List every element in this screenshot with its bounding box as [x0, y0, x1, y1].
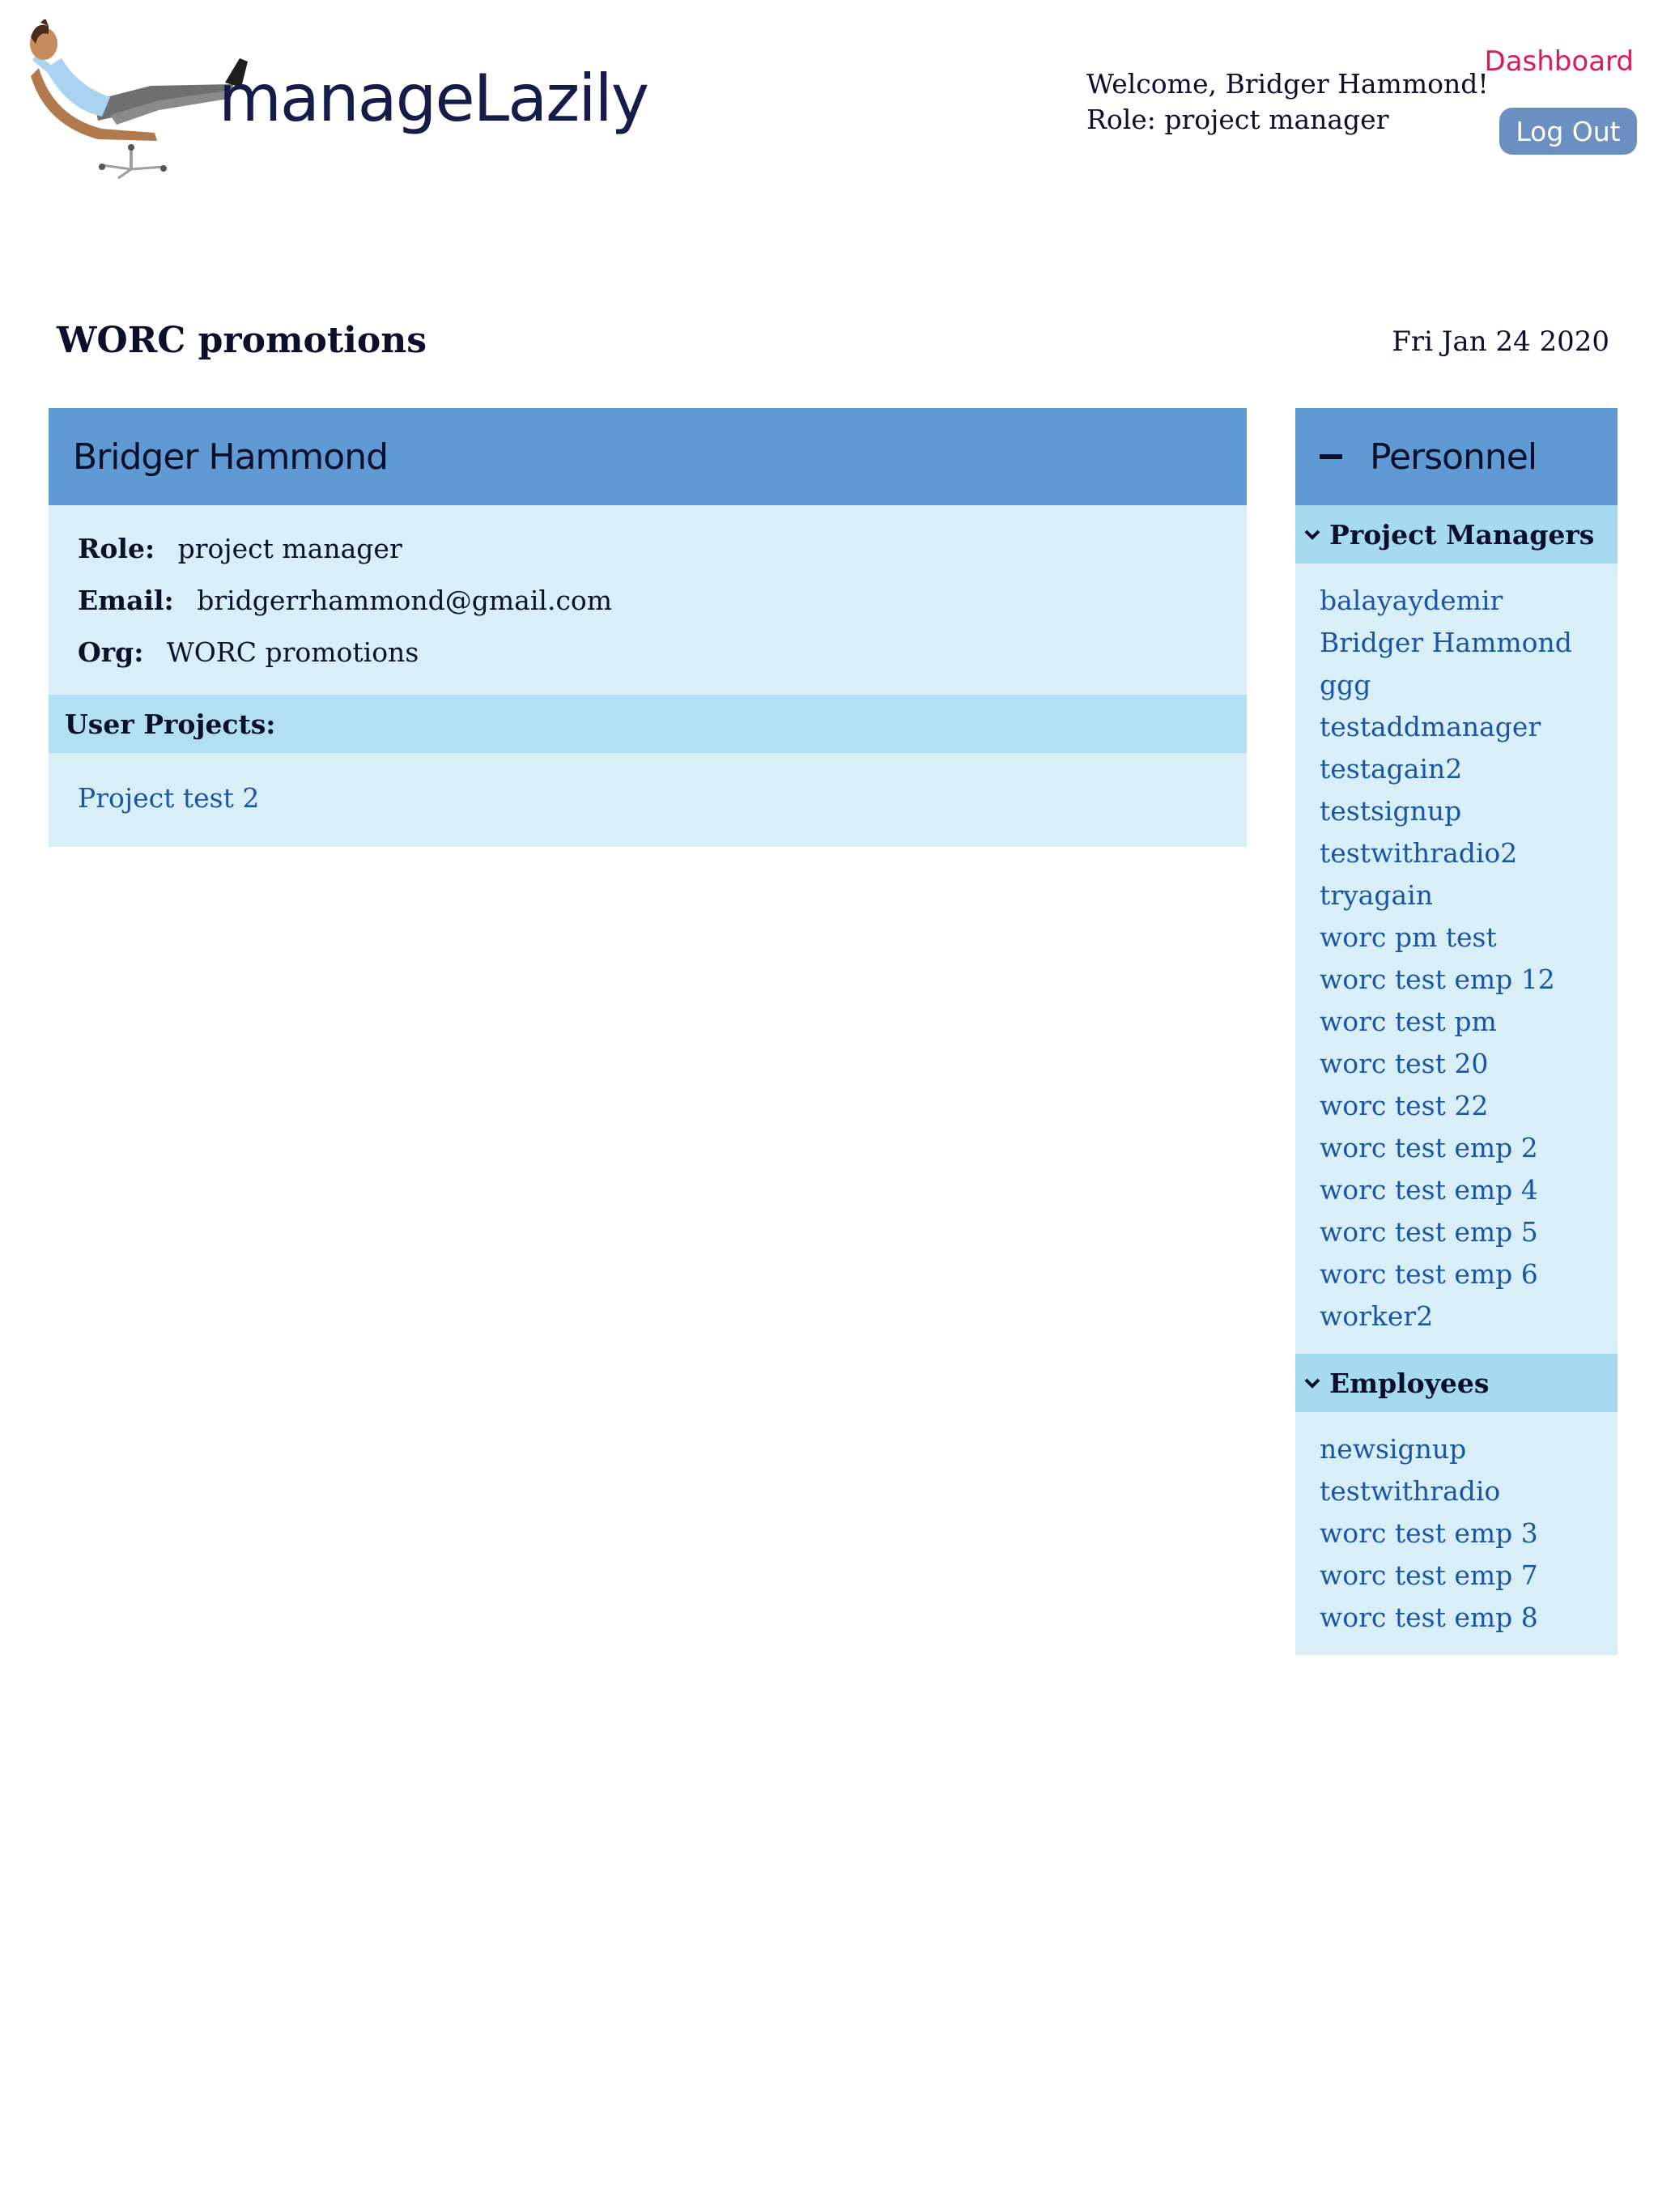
chevron-down-icon — [1303, 1374, 1321, 1392]
project-managers-label: Project Managers — [1329, 518, 1595, 551]
org-row: Org: WORC promotions — [78, 633, 1247, 672]
personnel-link[interactable]: Bridger Hammond — [1320, 622, 1618, 664]
brand-name[interactable]: manageLazily — [219, 63, 649, 134]
email-label: Email: — [78, 585, 174, 616]
personnel-link[interactable]: worc test 20 — [1320, 1043, 1618, 1085]
welcome-text: Welcome, Bridger Hammond! — [1086, 68, 1489, 100]
personnel-link[interactable]: worc test pm — [1320, 1001, 1618, 1043]
user-projects-list: Project test 2 — [49, 753, 1247, 847]
minus-icon[interactable] — [1320, 454, 1342, 459]
project-managers-toggle[interactable]: Project Managers — [1295, 505, 1618, 564]
page: manageLazily Welcome, Bridger Hammond! R… — [0, 0, 1658, 2212]
logout-button[interactable]: Log Out — [1499, 108, 1637, 155]
employees-toggle[interactable]: Employees — [1295, 1354, 1618, 1412]
personnel-link[interactable]: tryagain — [1320, 874, 1618, 917]
personnel-link[interactable]: balayaydemir — [1320, 580, 1618, 622]
project-managers-list: balayaydemir Bridger Hammond ggg testadd… — [1295, 564, 1618, 1354]
role-value: project manager — [177, 533, 402, 564]
email-value: bridgerrhammond@gmail.com — [197, 585, 613, 616]
chevron-down-icon — [1303, 525, 1321, 543]
personnel-link[interactable]: worc test 22 — [1320, 1085, 1618, 1127]
personnel-link[interactable]: worc test emp 3 — [1320, 1512, 1618, 1555]
dashboard-link[interactable]: Dashboard — [1485, 45, 1634, 78]
user-profile-card: Bridger Hammond Role: project manager Em… — [49, 408, 1247, 847]
personnel-link[interactable]: testwithradio — [1320, 1470, 1618, 1512]
personnel-link[interactable]: testsignup — [1320, 790, 1618, 832]
personnel-title: Personnel — [1370, 436, 1537, 478]
personnel-link[interactable]: testagain2 — [1320, 748, 1618, 790]
user-info: Role: project manager Email: bridgerrham… — [49, 505, 1247, 695]
org-label: Org: — [78, 636, 144, 668]
personnel-panel: Personnel Project Managers balayaydemir … — [1295, 408, 1618, 1655]
email-row: Email: bridgerrhammond@gmail.com — [78, 581, 1247, 620]
personnel-link[interactable]: testwithradio2 — [1320, 832, 1618, 874]
user-projects-heading: User Projects: — [49, 695, 1247, 753]
employees-list: newsignup testwithradio worc test emp 3 … — [1295, 1412, 1618, 1655]
personnel-link[interactable]: worc test emp 5 — [1320, 1211, 1618, 1253]
personnel-link[interactable]: worc test emp 2 — [1320, 1127, 1618, 1169]
personnel-link[interactable]: worc test emp 8 — [1320, 1597, 1618, 1639]
personnel-link[interactable]: worc test emp 4 — [1320, 1169, 1618, 1211]
personnel-link[interactable]: worc test emp 6 — [1320, 1253, 1618, 1295]
role-row: Role: project manager — [78, 530, 1247, 568]
role-label: Role: — [78, 533, 155, 564]
personnel-link[interactable]: newsignup — [1320, 1428, 1618, 1470]
personnel-link[interactable]: worker2 — [1320, 1295, 1618, 1338]
personnel-link[interactable]: worc test emp 12 — [1320, 959, 1618, 1001]
project-link[interactable]: Project test 2 — [78, 777, 1247, 819]
employees-label: Employees — [1329, 1367, 1490, 1399]
user-name-heading: Bridger Hammond — [73, 436, 389, 478]
personnel-header[interactable]: Personnel — [1295, 408, 1618, 505]
user-card-header: Bridger Hammond — [49, 408, 1247, 505]
welcome-block: Welcome, Bridger Hammond! Role: project … — [1086, 66, 1489, 138]
org-value: WORC promotions — [166, 636, 419, 668]
user-role-text: Role: project manager — [1086, 104, 1389, 135]
personnel-link[interactable]: testaddmanager — [1320, 706, 1618, 748]
personnel-link[interactable]: ggg — [1320, 664, 1618, 706]
current-date: Fri Jan 24 2020 — [1392, 325, 1609, 358]
personnel-link[interactable]: worc test emp 7 — [1320, 1555, 1618, 1597]
personnel-link[interactable]: worc pm test — [1320, 917, 1618, 959]
page-title: WORC promotions — [57, 320, 427, 361]
